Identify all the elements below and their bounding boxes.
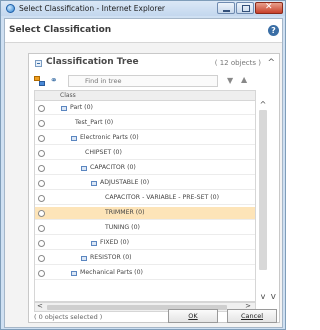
filter-icon[interactable]: ▼ (227, 76, 233, 85)
window-title: Select Classification - Internet Explore… (19, 4, 166, 13)
panel-header: Classification Tree ( 12 objects ) ^ (29, 54, 279, 72)
tree-node-label[interactable]: Mechanical Parts (0) (80, 269, 143, 276)
tree-node-label[interactable]: CAPACITOR - VARIABLE - PRE-SET (0) (105, 194, 219, 201)
maximize-button[interactable] (236, 2, 254, 14)
row-radio-button[interactable] (38, 120, 45, 127)
tree-row[interactable]: Test_Part (0) (35, 117, 255, 130)
tree-node-label[interactable]: TUNING (0) (105, 224, 140, 231)
tree-node-label[interactable]: RESISTOR (0) (90, 254, 132, 261)
close-button[interactable] (255, 2, 283, 14)
tree-node-label[interactable]: Electronic Parts (0) (80, 134, 139, 141)
tree-node-icon[interactable] (91, 241, 97, 246)
class-column-header: Class (60, 92, 76, 99)
row-radio-button[interactable] (38, 255, 45, 262)
dialog-title: Select Classification (9, 25, 112, 35)
title-bar[interactable]: Select Classification - Internet Explore… (1, 1, 285, 16)
scroll-up-icon[interactable]: ^ (257, 100, 269, 110)
tree-node-label[interactable]: ADJUSTABLE (0) (100, 179, 149, 186)
row-radio-button[interactable] (38, 210, 45, 217)
clear-filter-icon[interactable]: ▲ (241, 75, 247, 84)
tree-node-icon[interactable] (61, 106, 67, 111)
tree-row[interactable]: TRIMMER (0) (35, 207, 255, 220)
tree-node-label[interactable]: CAPACITOR (0) (90, 164, 136, 171)
row-radio-button[interactable] (38, 225, 45, 232)
row-radio-button[interactable] (38, 240, 45, 247)
help-icon[interactable]: ? (268, 25, 279, 36)
tree-row[interactable]: RESISTOR (0) (35, 252, 255, 265)
tree-row[interactable]: FIXED (0) (35, 237, 255, 250)
tree-row[interactable]: Electronic Parts (0) (35, 132, 255, 145)
row-radio-button[interactable] (38, 195, 45, 202)
tree-node-icon[interactable] (71, 136, 77, 141)
row-radio-button[interactable] (38, 180, 45, 187)
cancel-button[interactable]: Cancel (227, 309, 277, 323)
hierarchy-view-icon[interactable] (34, 76, 45, 86)
tree-node-icon[interactable] (71, 271, 77, 276)
tree-node-label[interactable]: CHIPSET (0) (85, 149, 122, 156)
row-radio-button[interactable] (38, 105, 45, 112)
tree-node-icon[interactable] (91, 181, 97, 186)
tree-grid: Class Part (0) Test_Part (0) Electronic Pa… (34, 90, 256, 302)
tree-node-icon[interactable] (81, 256, 87, 261)
row-radio-button[interactable] (38, 150, 45, 157)
find-in-tree-input[interactable] (68, 75, 218, 87)
binoculars-icon[interactable]: ⚭ (50, 76, 62, 86)
row-radio-button[interactable] (38, 135, 45, 142)
scroll-thumb[interactable] (259, 110, 267, 270)
tree-row[interactable]: TUNING (0) (35, 222, 255, 235)
tree-node-label[interactable]: FIXED (0) (100, 239, 129, 246)
tree-node-label[interactable]: Part (0) (70, 104, 93, 111)
internet-explorer-icon (6, 4, 15, 13)
tree-row[interactable]: Part (0) (35, 102, 255, 115)
tree-node-icon[interactable] (81, 166, 87, 171)
row-radio-button[interactable] (38, 165, 45, 172)
object-count: ( 12 objects ) (214, 59, 261, 67)
caption-buttons (216, 2, 283, 14)
panel-title: Classification Tree (46, 57, 139, 67)
tree-node-label[interactable]: TRIMMER (0) (105, 209, 145, 216)
tree-row[interactable]: CAPACITOR - VARIABLE - PRE-SET (0) (35, 192, 255, 205)
panel-scroll-down-icon[interactable]: v (271, 292, 276, 302)
tree-node-label[interactable]: Test_Part (0) (75, 119, 113, 126)
tree-toolbar: ⚭ ▼ ▲ (34, 74, 274, 88)
tree-horizontal-scrollbar[interactable]: < > (34, 302, 256, 312)
classification-tree-panel: Classification Tree ( 12 objects ) ^ ⚭ ▼… (28, 53, 280, 323)
minimize-button[interactable] (217, 2, 235, 14)
tree-column-header: Class (35, 91, 255, 101)
dialog-header: Select Classification ? (5, 19, 282, 43)
collapse-icon[interactable] (35, 60, 42, 67)
tree-vertical-scrollbar[interactable]: ^ v (257, 100, 269, 302)
selection-status: ( 0 objects selected ) (34, 313, 103, 321)
tree-row[interactable]: CAPACITOR (0) (35, 162, 255, 175)
scroll-left-icon[interactable]: < (37, 302, 43, 310)
tree-row[interactable]: Mechanical Parts (0) (35, 267, 255, 280)
row-radio-button[interactable] (38, 270, 45, 277)
tree-row[interactable]: ADJUSTABLE (0) (35, 177, 255, 190)
ok-button[interactable]: OK (168, 309, 218, 323)
panel-scroll-up-icon[interactable]: ^ (267, 58, 275, 68)
tree-row[interactable]: CHIPSET (0) (35, 147, 255, 160)
scroll-down-icon[interactable]: v (257, 292, 269, 302)
